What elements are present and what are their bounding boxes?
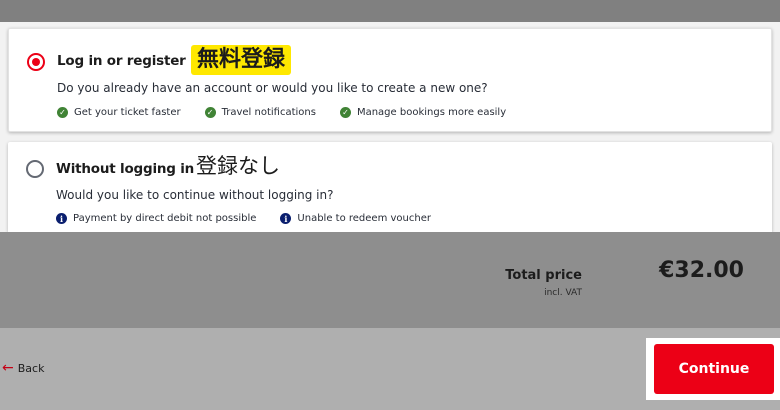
arrow-left-icon: ← [2, 360, 14, 376]
benefit-label: Travel notifications [221, 107, 316, 118]
guest-annotation-jp: 登録なし [196, 154, 280, 178]
check-circle-icon: ✓ [339, 107, 351, 118]
login-radio-button[interactable] [27, 53, 45, 71]
total-price-label: Total price [505, 268, 582, 283]
back-link[interactable]: ← Back [2, 361, 44, 375]
benefit-item: ✓ Travel notifications [204, 107, 316, 118]
continue-button[interactable]: Continue [654, 344, 774, 394]
benefit-item: ✓ Manage bookings more easily [339, 107, 507, 118]
login-option-card[interactable]: Log in or register 無料登録 Do you already h… [8, 28, 772, 132]
footer-bar: ← Back Continue [0, 328, 780, 410]
benefit-label: Manage bookings more easily [356, 107, 507, 118]
guest-radio-button[interactable] [26, 160, 44, 178]
dimmed-header [0, 0, 780, 22]
account-options: Log in or register 無料登録 Do you already h… [0, 22, 780, 232]
guest-notes-list: i Payment by direct debit not possible i… [56, 213, 431, 224]
total-price-value: €32.00 [659, 258, 744, 283]
note-label: Payment by direct debit not possible [73, 213, 257, 224]
login-annotation-jp: 無料登録 [191, 45, 292, 75]
login-option-question: Do you already have an account or would … [57, 81, 488, 95]
login-benefits-list: ✓ Get your ticket faster ✓ Travel notifi… [57, 107, 506, 118]
note-item: i Payment by direct debit not possible [56, 213, 256, 224]
guest-option-title: Without logging in [56, 161, 195, 177]
guest-option-card[interactable]: Without logging in 登録なし Would you like t… [8, 142, 772, 232]
price-summary: Total price incl. VAT €32.00 [0, 232, 780, 328]
benefit-item: ✓ Get your ticket faster [57, 107, 181, 118]
note-item: i Unable to redeem voucher [280, 213, 431, 224]
info-circle-icon: i [280, 213, 292, 224]
benefit-label: Get your ticket faster [74, 107, 181, 118]
vat-note: incl. VAT [544, 288, 582, 298]
login-option-title: Log in or register [57, 53, 186, 69]
continue-button-frame: Continue [646, 338, 780, 400]
check-circle-icon: ✓ [57, 107, 68, 118]
guest-option-question: Would you like to continue without loggi… [56, 188, 334, 202]
check-circle-icon: ✓ [204, 107, 216, 118]
note-label: Unable to redeem voucher [297, 213, 431, 224]
back-label: Back [17, 361, 45, 375]
info-circle-icon: i [56, 213, 67, 224]
